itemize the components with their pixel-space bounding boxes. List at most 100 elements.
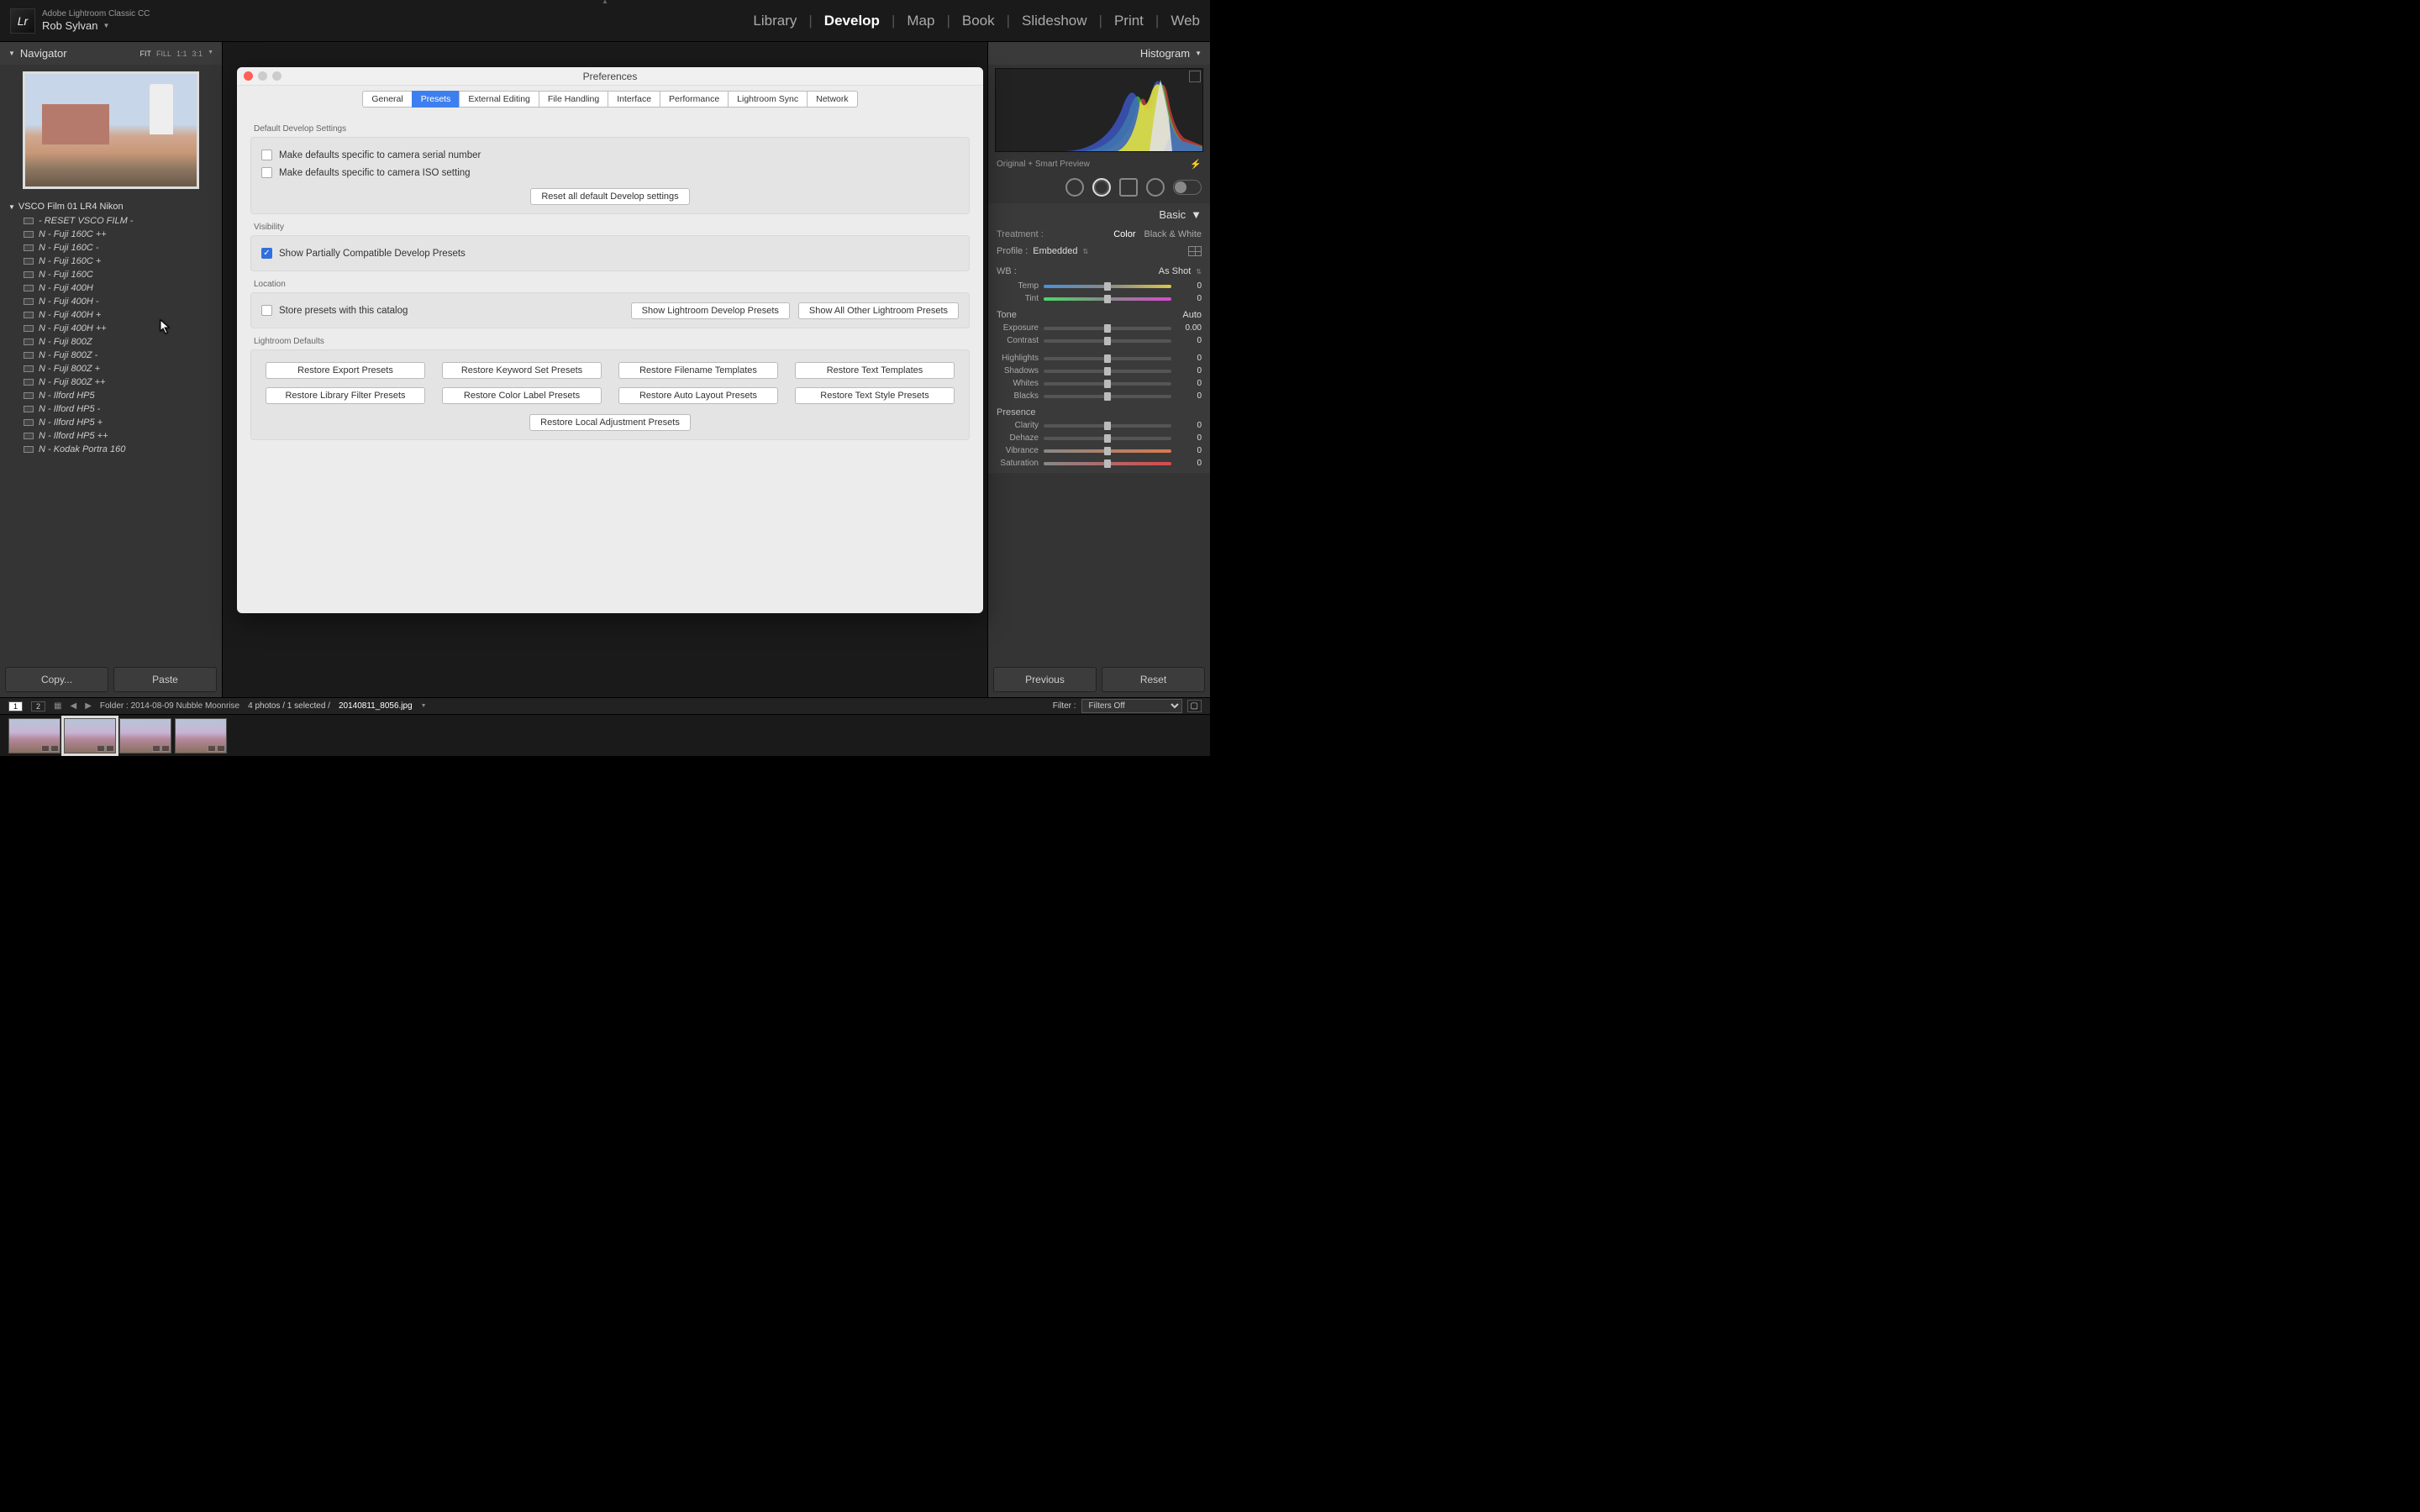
spot-removal-tool[interactable] bbox=[1092, 178, 1111, 197]
reset-default-develop-button[interactable]: Reset all default Develop settings bbox=[530, 188, 689, 205]
preset-item[interactable]: N - Fuji 160C + bbox=[5, 255, 217, 268]
screen-1-button[interactable]: 1 bbox=[8, 701, 23, 711]
preset-item[interactable]: N - Fuji 400H bbox=[5, 281, 217, 295]
profile-value[interactable]: Embedded bbox=[1033, 246, 1077, 256]
restore-button[interactable]: Restore Keyword Set Presets bbox=[442, 362, 602, 379]
highlights-slider[interactable] bbox=[1044, 357, 1171, 360]
tab-presets[interactable]: Presets bbox=[412, 91, 460, 108]
treatment-color[interactable]: Color bbox=[1113, 229, 1135, 239]
tab-performance[interactable]: Performance bbox=[660, 91, 728, 108]
filmstrip-thumb[interactable] bbox=[8, 718, 60, 753]
tab-external-editing[interactable]: External Editing bbox=[459, 91, 539, 108]
clarity-slider[interactable] bbox=[1044, 424, 1171, 428]
preset-item[interactable]: N - Fuji 800Z bbox=[5, 335, 217, 349]
vibrance-slider[interactable] bbox=[1044, 449, 1171, 453]
chevron-up-down-icon[interactable]: ⇅ bbox=[1196, 268, 1202, 276]
preset-item[interactable]: N - Fuji 400H ++ bbox=[5, 322, 217, 335]
module-map[interactable]: Map bbox=[907, 13, 934, 29]
exposure-slider[interactable] bbox=[1044, 327, 1171, 330]
prev-photo-icon[interactable]: ◀ bbox=[70, 701, 76, 711]
temp-slider[interactable] bbox=[1044, 285, 1171, 288]
contrast-slider[interactable] bbox=[1044, 339, 1171, 343]
folder-path[interactable]: Folder : 2014-08-09 Nubble Moonrise bbox=[100, 701, 239, 711]
blacks-slider[interactable] bbox=[1044, 395, 1171, 398]
screen-2-button[interactable]: 2 bbox=[31, 701, 45, 711]
redeye-tool[interactable] bbox=[1119, 178, 1138, 197]
gradient-tool[interactable] bbox=[1146, 178, 1165, 197]
tab-network[interactable]: Network bbox=[807, 91, 858, 108]
module-library[interactable]: Library bbox=[753, 13, 797, 29]
reset-button[interactable]: Reset bbox=[1102, 667, 1205, 692]
restore-button[interactable]: Restore Library Filter Presets bbox=[266, 387, 425, 404]
module-develop[interactable]: Develop bbox=[824, 13, 880, 29]
wb-value[interactable]: As Shot bbox=[1159, 266, 1192, 276]
restore-local-adjustment-button[interactable]: Restore Local Adjustment Presets bbox=[529, 414, 691, 431]
preset-item[interactable]: N - Fuji 400H - bbox=[5, 295, 217, 308]
preset-item[interactable]: N - Ilford HP5 bbox=[5, 389, 217, 402]
module-book[interactable]: Book bbox=[962, 13, 995, 29]
preset-item[interactable]: N - Fuji 160C bbox=[5, 268, 217, 281]
zoom-fill[interactable]: FILL bbox=[156, 50, 171, 58]
chevron-down-icon[interactable]: ▼ bbox=[208, 50, 213, 58]
whites-slider[interactable] bbox=[1044, 382, 1171, 386]
restore-button[interactable]: Restore Text Templates bbox=[795, 362, 955, 379]
show-other-presets-button[interactable]: Show All Other Lightroom Presets bbox=[798, 302, 959, 319]
tint-slider[interactable] bbox=[1044, 297, 1171, 301]
identity-plate[interactable]: Rob Sylvan ▼ bbox=[42, 19, 150, 33]
preset-item[interactable]: N - Ilford HP5 + bbox=[5, 416, 217, 429]
collapse-handle-top[interactable]: ▲ bbox=[602, 0, 608, 5]
tab-general[interactable]: General bbox=[362, 91, 411, 108]
copy-button[interactable]: Copy... bbox=[5, 667, 108, 692]
checkbox-camera-serial[interactable] bbox=[261, 150, 272, 160]
tab-interface[interactable]: Interface bbox=[608, 91, 660, 108]
previous-button[interactable]: Previous bbox=[993, 667, 1097, 692]
auto-tone-button[interactable]: Auto bbox=[1182, 310, 1202, 320]
preset-item[interactable]: N - Fuji 800Z - bbox=[5, 349, 217, 362]
preset-item[interactable]: N - Kodak Portra 160 bbox=[5, 443, 217, 456]
preset-item[interactable]: N - Fuji 160C - bbox=[5, 241, 217, 255]
dialog-titlebar[interactable]: Preferences bbox=[237, 67, 983, 86]
basic-panel-header[interactable]: Basic ▼ bbox=[988, 203, 1210, 226]
preset-item[interactable]: N - Fuji 160C ++ bbox=[5, 228, 217, 241]
zoom-3-1[interactable]: 3:1 bbox=[192, 50, 203, 58]
treatment-bw[interactable]: Black & White bbox=[1144, 229, 1202, 239]
preset-item[interactable]: N - Ilford HP5 - bbox=[5, 402, 217, 416]
tab-lightroom-sync[interactable]: Lightroom Sync bbox=[728, 91, 807, 108]
clipping-indicator[interactable] bbox=[1189, 71, 1201, 82]
checkbox-show-partial-presets[interactable]: ✓ bbox=[261, 248, 272, 259]
filter-dropdown[interactable]: Filters Off bbox=[1081, 699, 1182, 713]
restore-button[interactable]: Restore Text Style Presets bbox=[795, 387, 955, 404]
module-slideshow[interactable]: Slideshow bbox=[1022, 13, 1087, 29]
preset-item[interactable]: N - Fuji 400H + bbox=[5, 308, 217, 322]
histogram-header[interactable]: Histogram ▼ bbox=[988, 42, 1210, 65]
preset-folder[interactable]: ▼ VSCO Film 01 LR4 Nikon bbox=[5, 199, 217, 214]
preset-item[interactable]: N - Fuji 800Z + bbox=[5, 362, 217, 375]
module-web[interactable]: Web bbox=[1171, 13, 1200, 29]
preset-item[interactable]: N - Fuji 800Z ++ bbox=[5, 375, 217, 389]
shadows-slider[interactable] bbox=[1044, 370, 1171, 373]
show-develop-presets-button[interactable]: Show Lightroom Develop Presets bbox=[631, 302, 790, 319]
next-photo-icon[interactable]: ▶ bbox=[85, 701, 92, 711]
checkbox-store-presets-catalog[interactable] bbox=[261, 305, 272, 316]
filter-lock-icon[interactable]: ▢ bbox=[1187, 700, 1202, 712]
histogram[interactable] bbox=[995, 68, 1203, 152]
navigator-preview[interactable] bbox=[23, 71, 199, 189]
navigator-header[interactable]: ▼ Navigator FIT FILL 1:1 3:1 ▼ bbox=[0, 42, 222, 65]
restore-button[interactable]: Restore Export Presets bbox=[266, 362, 425, 379]
zoom-fit[interactable]: FIT bbox=[140, 50, 152, 58]
filmstrip-thumb[interactable] bbox=[175, 718, 227, 753]
tab-file-handling[interactable]: File Handling bbox=[539, 91, 608, 108]
preset-item[interactable]: - RESET VSCO FILM - bbox=[5, 214, 217, 228]
restore-button[interactable]: Restore Filename Templates bbox=[618, 362, 778, 379]
filmstrip-thumb[interactable] bbox=[119, 718, 171, 753]
crop-tool[interactable] bbox=[1065, 178, 1084, 197]
restore-button[interactable]: Restore Auto Layout Presets bbox=[618, 387, 778, 404]
grid-view-icon[interactable]: ▦ bbox=[54, 701, 61, 711]
restore-button[interactable]: Restore Color Label Presets bbox=[442, 387, 602, 404]
bolt-icon[interactable]: ⚡ bbox=[1190, 159, 1202, 170]
current-filename[interactable]: 20140811_8056.jpg bbox=[339, 701, 413, 711]
module-print[interactable]: Print bbox=[1114, 13, 1144, 29]
chevron-down-icon[interactable]: ▼ bbox=[421, 703, 427, 709]
preset-item[interactable]: N - Ilford HP5 ++ bbox=[5, 429, 217, 443]
saturation-slider[interactable] bbox=[1044, 462, 1171, 465]
